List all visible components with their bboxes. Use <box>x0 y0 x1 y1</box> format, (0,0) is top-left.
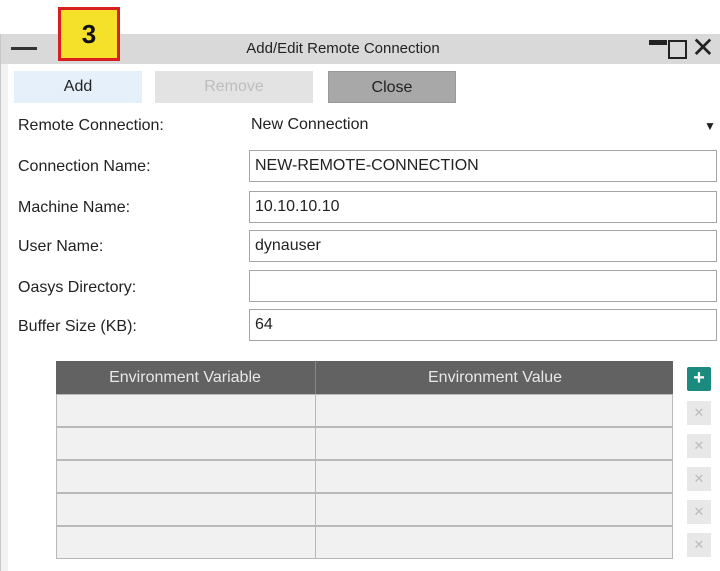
delete-row-icon[interactable]: ✕ <box>687 434 711 458</box>
remove-button[interactable]: Remove <box>155 71 313 103</box>
table-row[interactable] <box>56 427 673 460</box>
table-row[interactable] <box>56 526 673 559</box>
remote-connection-select[interactable]: New Connection <box>251 116 368 134</box>
value-cell[interactable] <box>316 461 672 492</box>
add-row-icon[interactable]: + <box>687 367 711 391</box>
machine-name-label: Machine Name: <box>18 199 131 216</box>
delete-row-icon[interactable]: ✕ <box>687 500 711 524</box>
column-header-variable[interactable]: Environment Variable <box>56 361 314 394</box>
buffer-size-label: Buffer Size (KB): <box>18 318 137 335</box>
delete-row-icon[interactable]: ✕ <box>687 533 711 557</box>
step-number: 3 <box>81 18 97 49</box>
connection-name-label: Connection Name: <box>18 158 151 175</box>
minimize-icon[interactable] <box>649 36 667 62</box>
oasys-directory-label: Oasys Directory: <box>18 279 137 296</box>
buffer-size-field[interactable] <box>249 309 717 341</box>
delete-row-icon[interactable]: ✕ <box>687 401 711 425</box>
connection-name-field[interactable] <box>249 150 717 182</box>
maximize-icon[interactable] <box>668 36 687 62</box>
variable-cell[interactable] <box>57 494 316 525</box>
column-header-value[interactable]: Environment Value <box>315 361 674 394</box>
user-name-field[interactable] <box>249 230 717 262</box>
step-callout-badge: 3 <box>58 7 120 61</box>
oasys-directory-field[interactable] <box>249 270 717 302</box>
user-name-label: User Name: <box>18 238 104 255</box>
variable-cell[interactable] <box>57 527 316 558</box>
variable-cell[interactable] <box>57 395 316 426</box>
variable-cell[interactable] <box>57 461 316 492</box>
machine-name-field[interactable] <box>249 191 717 223</box>
value-cell[interactable] <box>316 527 672 558</box>
add-button[interactable]: Add <box>14 71 142 103</box>
close-button[interactable]: Close <box>328 71 456 103</box>
value-cell[interactable] <box>316 494 672 525</box>
value-cell[interactable] <box>316 428 672 459</box>
remote-connection-label: Remote Connection: <box>18 117 164 134</box>
environment-table: Environment Variable Environment Value <box>56 361 673 565</box>
table-row[interactable] <box>56 394 673 427</box>
value-cell[interactable] <box>316 395 672 426</box>
variable-cell[interactable] <box>57 428 316 459</box>
table-header: Environment Variable Environment Value <box>56 361 673 394</box>
table-row[interactable] <box>56 493 673 526</box>
chevron-down-icon[interactable]: ▼ <box>704 119 716 133</box>
close-window-icon[interactable]: ✕ <box>690 34 716 62</box>
table-row[interactable] <box>56 460 673 493</box>
delete-row-icon[interactable]: ✕ <box>687 467 711 491</box>
